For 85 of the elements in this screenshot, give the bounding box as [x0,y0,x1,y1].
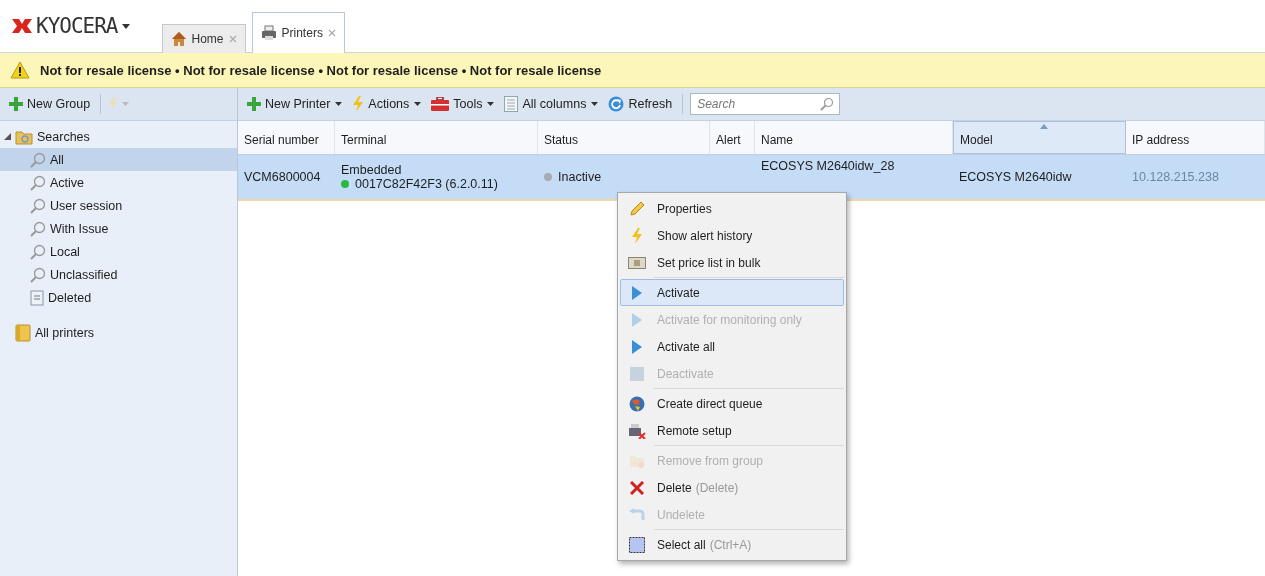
play-icon [632,285,642,300]
caret-icon [591,102,599,106]
printer-icon [260,25,277,41]
bolt-icon [352,96,365,112]
toolbox-icon [431,97,450,111]
banner-text: Not for resale license • Not for resale license • Not for resale license • Not for resale license [40,62,602,78]
column-header[interactable]: Serial number [238,121,335,154]
column-header[interactable]: Alert [710,121,755,154]
search-icon [30,266,46,283]
undo-icon [629,507,645,522]
column-header[interactable]: Terminal [335,121,538,154]
menu-item[interactable]: Select all (Ctrl+A) [620,531,844,558]
menu-item[interactable]: Activate all [620,333,844,360]
table-cell: VCM6800004 [244,170,321,184]
toolbar-button[interactable]: All columns [501,93,602,115]
bolt-icon[interactable] [108,97,131,111]
column-header[interactable]: Model [953,121,1126,154]
menu-item[interactable]: Set price list in bulk [620,249,844,276]
globe-icon [629,395,645,412]
bolt-icon [631,227,643,244]
menu-item[interactable]: Remote setup [620,417,844,444]
close-icon[interactable] [327,29,336,37]
warning-icon [10,61,30,79]
search-field[interactable]: Search [690,93,841,115]
search-icon [30,151,46,168]
tree-item[interactable]: Local [0,240,237,263]
caret-icon[interactable] [121,23,130,29]
search-icon [30,174,46,191]
caret-icon [487,102,495,106]
caret-icon [414,102,422,106]
search-icon [820,97,835,111]
refresh-icon [608,96,625,112]
play-icon [632,312,642,327]
table-cell: 0017C82F42F3 (6.2.0.11) [355,177,498,191]
tree-item[interactable]: User session [0,194,237,217]
table-cell: Embedded [341,163,402,177]
expand-arrow-icon[interactable] [4,133,11,140]
menu-item[interactable]: Delete (Delete) [620,474,844,501]
stop-icon [630,366,644,381]
close-icon[interactable] [228,35,237,43]
folder-icon [15,128,33,145]
caret-icon [335,102,343,106]
sort-arrow-icon [1039,124,1048,129]
tree-item[interactable]: Active [0,171,237,194]
tree-item[interactable]: Unclassified [0,263,237,286]
plus-icon [247,97,261,111]
search-icon [30,220,46,237]
document-icon [30,289,44,306]
table-cell: 10.128.215.238 [1132,170,1219,184]
selection-icon [629,536,645,553]
toolbar-button[interactable]: New Printer [244,94,346,114]
search-icon [30,243,46,260]
tab[interactable]: Home [161,24,246,53]
column-header[interactable]: Status [538,121,710,154]
table-cell: ECOSYS M2640idw_28 [761,159,895,173]
banknote-icon [628,256,646,269]
tab[interactable]: Printers [251,12,345,53]
tree-item[interactable]: All printers [0,321,237,344]
toolbar-button[interactable]: Actions [349,93,425,115]
table-cell: Inactive [558,170,602,184]
toolbar-button[interactable]: Tools [428,94,498,114]
tree-item[interactable]: All [0,148,237,171]
column-header[interactable]: IP address [1126,121,1265,154]
plus-icon [9,97,23,111]
menu-item[interactable]: Show alert history [620,222,844,249]
menu-item[interactable]: Activate [620,279,844,306]
menu-item[interactable]: Create direct queue [620,390,844,417]
columns-icon [504,96,519,112]
house-icon [170,31,187,47]
table-row[interactable]: VCM6800004 Embedded 0017C82F42F3 (6.2.0.11) Inactive ECOSYS M2640idw_28 ECOSYS M2640idw 10.128.215.238 [238,155,1265,201]
logo-icon [12,16,32,36]
tree-item[interactable]: Deleted [0,286,237,309]
folder-icon [629,453,645,468]
play-icon [632,339,642,354]
printer-icon [628,422,646,439]
table-cell: ECOSYS M2640idw [959,170,1072,184]
binder-icon [15,323,31,342]
delete-icon [630,480,644,495]
tree-item[interactable]: Searches [0,125,237,148]
logo[interactable]: KYOCERA [12,14,130,38]
search-icon [30,197,46,214]
toolbar-button[interactable]: Refresh [605,93,676,115]
pencil-icon [629,200,645,217]
tree-item[interactable]: With Issue [0,217,237,240]
logo-text: KYOCERA [36,14,118,38]
